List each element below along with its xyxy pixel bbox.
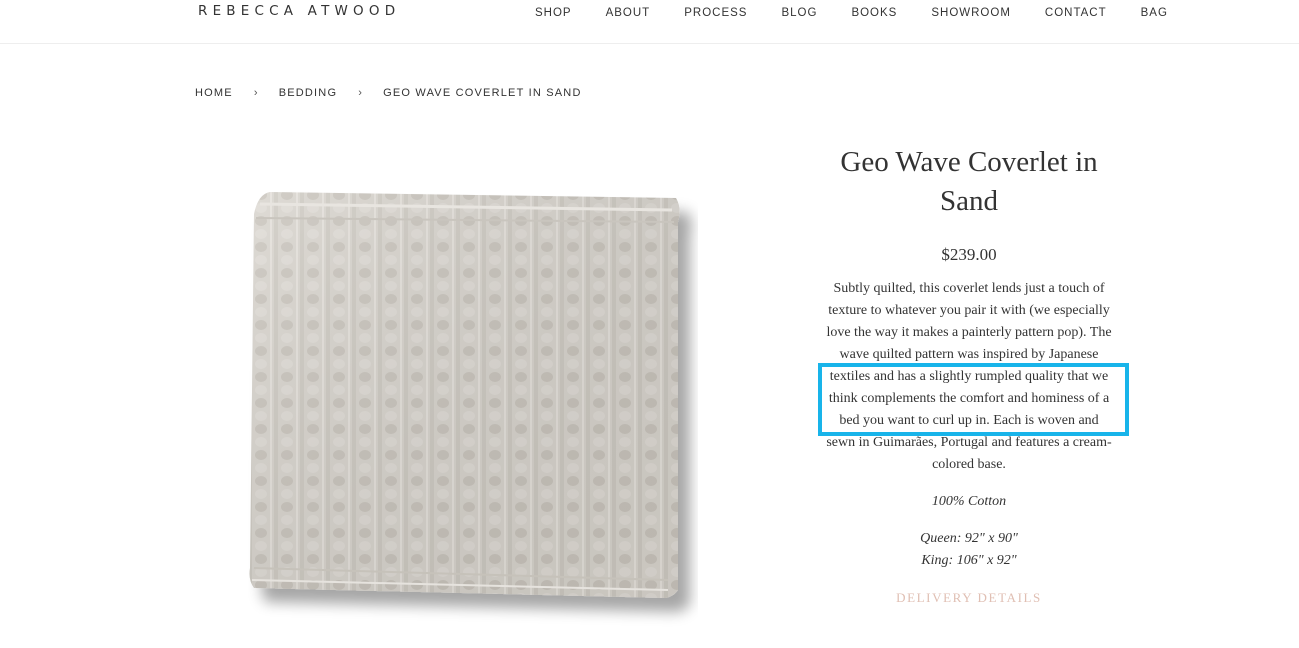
- breadcrumb: HOME › BEDDING › GEO WAVE COVERLET IN SA…: [195, 87, 582, 99]
- nav-item-shop[interactable]: SHOP: [535, 7, 572, 19]
- description-line: colored base.: [932, 457, 1006, 472]
- breadcrumb-home[interactable]: HOME: [195, 87, 233, 99]
- product-material: 100% Cotton: [931, 494, 1007, 509]
- description-line: love the way it makes a painterly patter…: [826, 325, 1112, 340]
- site-header: REBECCA ATWOOD SHOP ABOUT PROCESS BLOG B…: [0, 0, 1299, 44]
- delivery-details-link[interactable]: DELIVERY DETAILS: [818, 587, 1120, 609]
- breadcrumb-current: GEO WAVE COVERLET IN SAND: [383, 87, 582, 99]
- brand-logo[interactable]: REBECCA ATWOOD: [198, 3, 400, 19]
- description-line: think complements the comfort and homine…: [828, 391, 1110, 406]
- breadcrumb-separator-icon: ›: [253, 87, 259, 99]
- nav-item-showroom[interactable]: SHOWROOM: [931, 7, 1011, 19]
- nav-item-blog[interactable]: BLOG: [781, 7, 817, 19]
- description-line: sewn in Guimarães, Portugal and features…: [826, 435, 1112, 450]
- size-queen: Queen: 92" x 90": [920, 531, 1018, 546]
- product-price: $239.00: [941, 245, 997, 264]
- nav-item-process[interactable]: PROCESS: [684, 7, 747, 19]
- product-sizes: Queen: 92" x 90" King: 106" x 92": [818, 528, 1120, 572]
- nav-item-bag[interactable]: BAG: [1141, 7, 1168, 19]
- product-image[interactable]: [248, 188, 698, 628]
- product-title: Geo Wave Coverlet in Sand: [818, 143, 1120, 221]
- description-line: wave quilted pattern was inspired by Jap…: [839, 347, 1099, 362]
- description-line: texture to whatever you pair it with (we…: [828, 303, 1110, 318]
- description-line: textiles and has a slightly rumpled qual…: [829, 369, 1109, 384]
- size-king: King: 106" x 92": [921, 553, 1017, 568]
- description-line: Subtly quilted, this coverlet lends just…: [833, 281, 1105, 296]
- nav-item-about[interactable]: ABOUT: [606, 7, 651, 19]
- description-line: bed you want to curl up in. Each is wove…: [839, 413, 1099, 428]
- product-description: Subtly quilted, this coverlet lends just…: [818, 278, 1120, 476]
- product-title-line-1: Geo Wave Coverlet in: [840, 146, 1098, 178]
- nav-item-contact[interactable]: CONTACT: [1045, 7, 1107, 19]
- main-nav: SHOP ABOUT PROCESS BLOG BOOKS SHOWROOM C…: [535, 7, 1168, 19]
- product-info: Geo Wave Coverlet in Sand $239.00 Subtly…: [818, 143, 1120, 609]
- nav-item-books[interactable]: BOOKS: [851, 7, 897, 19]
- breadcrumb-bedding[interactable]: BEDDING: [279, 87, 338, 99]
- product-title-line-2: Sand: [940, 185, 998, 217]
- folded-coverlet-image: [249, 192, 680, 598]
- breadcrumb-separator-icon: ›: [358, 87, 364, 99]
